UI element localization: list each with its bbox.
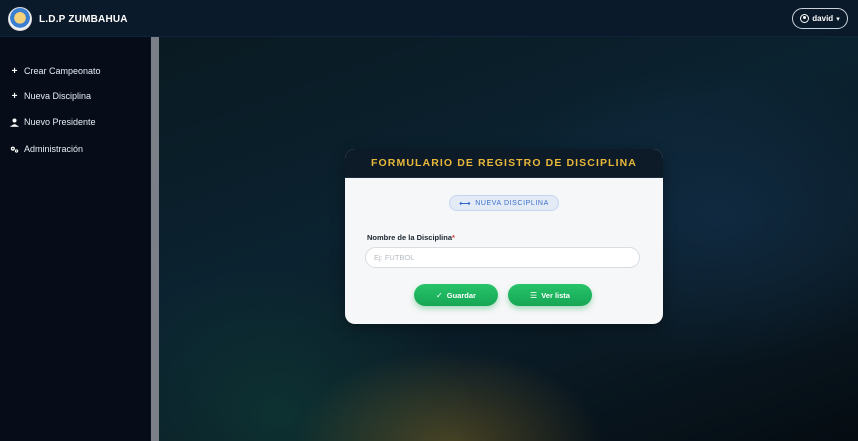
user-icon: [10, 118, 19, 127]
card-header: FORMULARIO DE REGISTRO DE DISCIPLINA: [345, 149, 663, 178]
view-list-button[interactable]: ☰ Ver lista: [508, 284, 592, 306]
caret-down-icon: ▾: [836, 15, 840, 23]
plus-icon: +: [11, 65, 18, 77]
required-mark: *: [452, 233, 455, 242]
badge-label: NUEVA DISCIPLINA: [475, 199, 549, 207]
brand-name: L.D.P ZUMBAHUA: [39, 13, 128, 25]
sidebar-item-label: Nuevo Presidente: [24, 117, 96, 127]
sidebar-item-administracion[interactable]: Administración: [10, 142, 83, 156]
top-navbar: L.D.P ZUMBAHUA david ▾: [0, 0, 858, 37]
discipline-name-input[interactable]: [365, 247, 640, 268]
user-name: david: [812, 14, 834, 23]
brand[interactable]: L.D.P ZUMBAHUA: [8, 7, 128, 31]
form-title: FORMULARIO DE REGISTRO DE DISCIPLINA: [371, 157, 637, 169]
sidebar-item-label: Administración: [24, 144, 84, 154]
sidebar-item-crear-campeonato[interactable]: + Crear Campeonato: [10, 64, 101, 78]
gears-icon: [10, 145, 19, 154]
sidebar-scrollbar[interactable]: [151, 37, 159, 441]
sidebar-item-nuevo-presidente[interactable]: Nuevo Presidente: [10, 115, 96, 129]
arrows-icon: ⟷: [459, 198, 472, 208]
new-discipline-badge: ⟷ NUEVA DISCIPLINA: [449, 195, 559, 211]
view-list-button-label: Ver lista: [541, 290, 570, 300]
discipline-form-card: FORMULARIO DE REGISTRO DE DISCIPLINA ⟷ N…: [345, 149, 663, 324]
sidebar-item-label: Nueva Disciplina: [24, 91, 92, 101]
sidebar-item-label: Crear Campeonato: [24, 66, 101, 76]
league-logo-icon: [8, 7, 32, 31]
plus-icon: +: [11, 90, 18, 102]
sidebar-item-nueva-disciplina[interactable]: + Nueva Disciplina: [10, 89, 91, 103]
user-menu-button[interactable]: david ▾: [792, 8, 848, 29]
check-icon: ✓: [436, 290, 443, 300]
save-button[interactable]: ✓ Guardar: [414, 284, 498, 306]
list-icon: ☰: [530, 290, 538, 300]
discipline-name-label: Nombre de la Disciplina*: [367, 233, 455, 242]
save-button-label: Guardar: [446, 290, 476, 300]
user-circle-icon: [800, 14, 810, 23]
